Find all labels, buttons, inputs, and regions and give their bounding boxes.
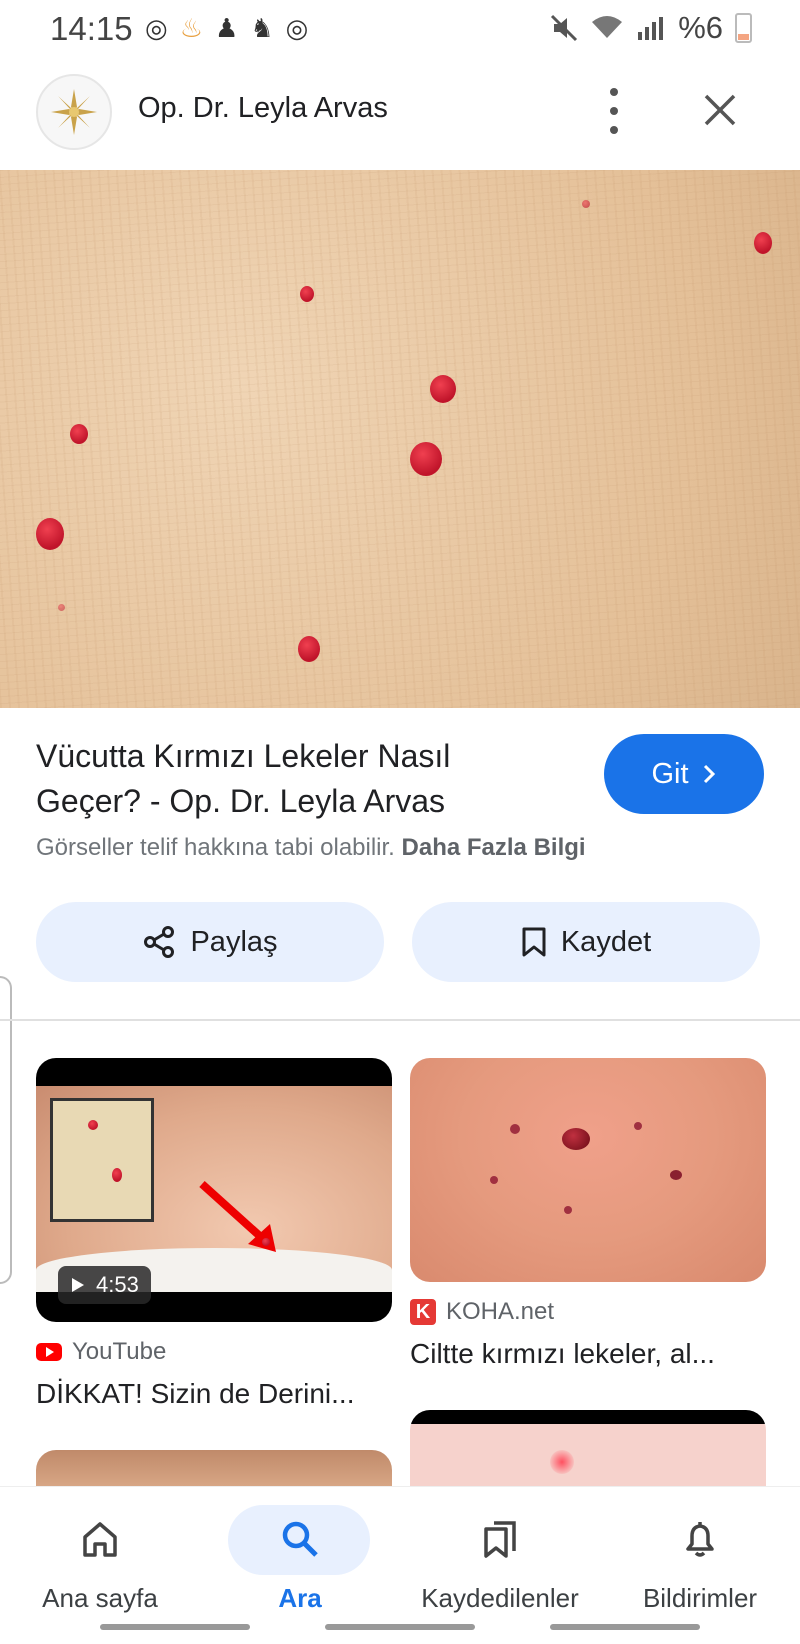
mute-icon	[551, 14, 578, 42]
nav-saved[interactable]: Kaydedilenler	[400, 1497, 600, 1613]
nav-home-label: Ana sayfa	[42, 1583, 158, 1613]
edge-panel-handle[interactable]	[0, 976, 12, 1284]
site-title[interactable]: Op. Dr. Leyla Arvas	[138, 92, 388, 125]
signal-icon	[638, 17, 664, 40]
gesture-bar	[325, 1624, 475, 1630]
nav-notifications-label: Bildirimler	[642, 1583, 758, 1613]
battery-text: %6	[678, 10, 723, 45]
nav-search[interactable]: Ara	[200, 1497, 400, 1613]
home-icon	[83, 1522, 117, 1557]
nav-notifications[interactable]: Bildirimler	[600, 1497, 800, 1613]
nav-saved-label: Kaydedilenler	[421, 1583, 579, 1613]
status-time: 14:15	[50, 10, 133, 47]
app-icon: ♨	[179, 13, 203, 43]
wifi-icon	[592, 16, 623, 38]
source-name: YouTube	[72, 1338, 167, 1365]
more-info-link[interactable]: Daha Fazla Bilgi	[402, 834, 586, 861]
app-icon: ♟	[215, 13, 239, 43]
source-name: KOHA.net	[446, 1298, 555, 1325]
result-title[interactable]: Vücutta Kırmızı Lekeler Nasıl Geçer? - O…	[36, 734, 556, 824]
share-button[interactable]: Paylaş	[36, 902, 384, 982]
status-bar: 14:15 ◎ ♨ ♟ ♞ ◎ %6	[0, 0, 800, 58]
more-options-button[interactable]	[600, 88, 628, 134]
save-button[interactable]: Kaydet	[412, 902, 760, 982]
related-title[interactable]: DİKKAT! Sizin de Derini...	[36, 1378, 354, 1410]
share-label: Paylaş	[190, 925, 278, 958]
viewer-header: Op. Dr. Leyla Arvas	[0, 70, 800, 170]
divider	[0, 1019, 800, 1021]
video-duration-badge: 4:53	[58, 1266, 151, 1304]
video-duration: 4:53	[96, 1272, 139, 1297]
app-icon: ♞	[250, 13, 274, 43]
play-icon	[72, 1278, 84, 1292]
arrow-icon	[199, 1181, 276, 1252]
bell-icon	[686, 1522, 714, 1557]
close-icon[interactable]	[700, 90, 740, 130]
nav-search-label: Ara	[278, 1583, 322, 1613]
sync-icon: ◎	[285, 13, 309, 43]
koha-logo-icon: K	[410, 1299, 436, 1325]
site-logo	[36, 74, 112, 150]
sync-icon: ◎	[145, 13, 168, 43]
youtube-icon	[36, 1343, 62, 1361]
system-indicators: %6	[550, 10, 752, 46]
copyright-notice: Görseller telif hakkına tabi olabilir. D…	[36, 834, 586, 862]
related-thumbnail[interactable]	[410, 1058, 766, 1282]
preview-image[interactable]	[0, 170, 800, 708]
result-source: K KOHA.net	[410, 1298, 554, 1326]
bookmark-icon	[522, 927, 546, 957]
chevron-right-icon	[703, 764, 715, 784]
collections-icon	[484, 1521, 516, 1558]
bottom-navigation: Ana sayfa Ara Kaydedilenler Bildirimler	[0, 1486, 800, 1644]
visit-button[interactable]: Git	[604, 734, 764, 814]
copyright-text: Görseller telif hakkına tabi olabilir.	[36, 834, 395, 861]
gesture-bar	[550, 1624, 700, 1630]
save-label: Kaydet	[560, 925, 652, 958]
visit-button-label: Git	[651, 757, 689, 790]
nav-home[interactable]: Ana sayfa	[0, 1497, 200, 1613]
share-icon	[144, 926, 175, 958]
gesture-bar	[100, 1624, 250, 1630]
battery-icon	[735, 13, 752, 43]
search-icon	[282, 1521, 318, 1557]
result-source: YouTube	[36, 1338, 166, 1366]
related-thumbnail[interactable]: 4:53	[36, 1058, 392, 1322]
related-title[interactable]: Ciltte kırmızı lekeler, al...	[410, 1338, 715, 1370]
sun-logo-icon	[51, 89, 97, 135]
notification-icons: ◎ ♨ ♟ ♞ ◎	[145, 13, 308, 44]
